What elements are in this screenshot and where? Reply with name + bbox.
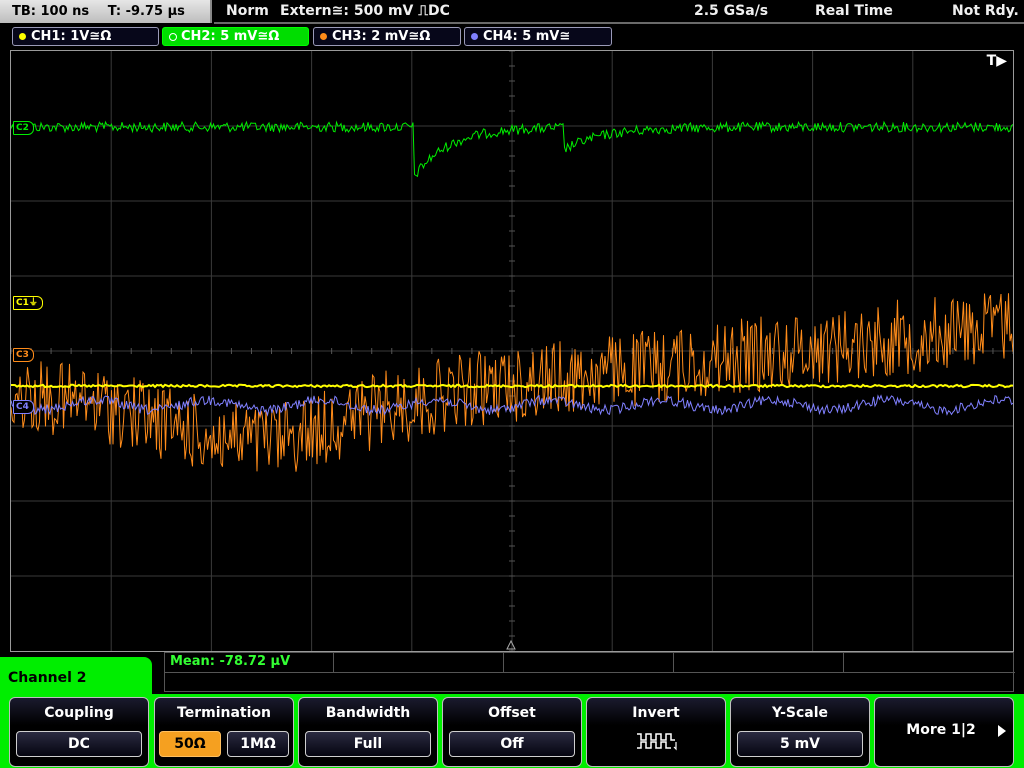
trigger-tag: T▶ [986,53,1007,69]
y-scale-value[interactable]: 5 mV [737,731,863,757]
measurement-cell [503,653,674,672]
measurement-cell [843,653,1014,672]
ch3-offset-marker[interactable]: C3 [13,348,34,362]
channel-dot-icon [320,33,327,40]
channel-dot-icon [19,33,26,40]
channel-tab-label: CH3: 2 mV≅Ω [332,29,431,44]
ch1-offset-marker[interactable]: C1⏚ [13,296,43,310]
sample-rate: 2.5 GSa/s [694,3,769,19]
channel-tab-label: CH1: 1V≅Ω [31,29,112,44]
channel-tab-label: CH2: 5 mV≅Ω [181,29,280,44]
measurement-cell [673,653,844,672]
measurement-divider [165,672,1015,673]
softkey-label: Invert [632,705,680,721]
ch2-offset-marker[interactable]: C2 [13,121,34,135]
termination-softkey[interactable]: Termination 50Ω 1MΩ [154,697,294,767]
arrow-right-icon [998,725,1006,737]
waveform-display[interactable]: T▶ C1⏚ C2 C3 C4 [10,50,1014,652]
channel-tab-2[interactable]: CH2: 5 mV≅Ω [162,27,309,46]
softkey-label: Termination [177,705,271,721]
channel-tab-1[interactable]: CH1: 1V≅Ω [12,27,159,46]
status-divider [214,22,1024,24]
timebase-readout: TB: 100 ns [12,4,90,19]
invert-softkey[interactable]: Invert [586,697,726,767]
measurement-cell [333,653,504,672]
softkey-label: Coupling [44,705,114,721]
channel-tab-label: CH4: 5 mV≅ [483,29,571,44]
ch4-offset-marker[interactable]: C4 [13,400,34,414]
softkey-label: Bandwidth [325,705,411,721]
offset-softkey[interactable]: Offset Off [442,697,582,767]
termination-50-ohm-option[interactable]: 50Ω [159,731,221,757]
measurement-panel: Mean: -78.72 µV [164,652,1015,692]
timebase-box[interactable]: TB: 100 ns T: -9.75 µs [0,0,212,23]
offset-value[interactable]: Off [449,731,575,757]
more-softkey[interactable]: More 1|2 [874,697,1014,767]
softkey-label: Offset [488,705,536,721]
channel-bar: CH1: 1V≅Ω CH2: 5 mV≅Ω CH3: 2 mV≅Ω CH4: 5… [0,26,1024,48]
trigger-mode[interactable]: Norm [226,0,269,23]
waveform-canvas [11,51,1013,651]
status-bar: TB: 100 ns T: -9.75 µs Norm Extern≅: 500… [0,0,1024,24]
coupling-value[interactable]: DC [16,731,142,757]
softkey-label: Y-Scale [771,705,828,721]
mean-measurement[interactable]: Mean: -78.72 µV [170,654,290,669]
acquisition-mode: Real Time [815,3,893,19]
channel-dot-icon [471,33,478,40]
trigger-position-icon [506,639,516,650]
invert-waveform-icon [637,733,677,751]
bandwidth-value[interactable]: Full [305,731,431,757]
channel-dot-icon [169,33,177,41]
menu-title: Channel 2 [0,657,152,697]
graticule [11,51,1013,651]
y-scale-softkey[interactable]: Y-Scale 5 mV [730,697,870,767]
trigger-source[interactable]: Extern≅: 500 mV ⎍DC [280,0,450,23]
channel-tab-4[interactable]: CH4: 5 mV≅ [464,27,612,46]
termination-1m-ohm-option[interactable]: 1MΩ [227,731,289,757]
trigger-time-readout: T: -9.75 µs [107,4,185,19]
channel-tab-3[interactable]: CH3: 2 mV≅Ω [313,27,461,46]
acquisition-state: Not Rdy. [952,3,1019,19]
coupling-softkey[interactable]: Coupling DC [9,697,149,767]
bandwidth-softkey[interactable]: Bandwidth Full [298,697,438,767]
more-label: More 1|2 [906,722,976,738]
